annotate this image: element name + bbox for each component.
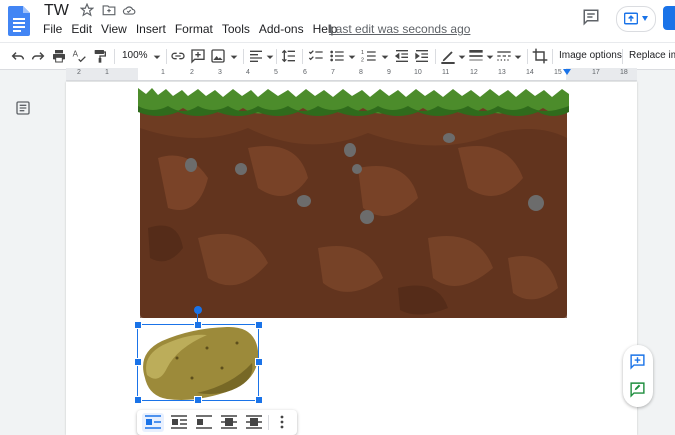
more-options-icon[interactable] [279,415,285,429]
menu-edit[interactable]: Edit [71,22,92,36]
resize-handle-top[interactable] [194,321,202,329]
resize-handle-bottom[interactable] [194,396,202,404]
star-icon[interactable] [79,2,96,19]
ruler-tick: 4 [246,69,250,76]
ruler-tick: 15 [554,69,562,76]
line-spacing-icon[interactable] [281,48,297,64]
add-comment-side-icon[interactable] [629,353,646,375]
ruler-tick: 7 [331,69,335,76]
ruler-tick: 10 [414,69,422,76]
rotate-handle[interactable] [194,306,202,314]
resize-handle-top-right[interactable] [255,321,263,329]
formatting-toolbar: A 100% 12 Image options Replace image [0,42,675,70]
ruler-tick: 14 [526,69,534,76]
print-icon[interactable] [51,48,67,64]
cloud-saved-icon[interactable] [122,3,138,19]
resize-handle-bottom-left[interactable] [134,396,142,404]
ruler-tick: 11 [442,69,450,76]
wrap-text-icon[interactable] [171,415,187,429]
bullets-dropdown-icon[interactable] [344,49,360,65]
soil-image[interactable] [138,88,569,320]
svg-text:1: 1 [361,50,364,56]
present-button[interactable] [616,6,656,32]
move-folder-icon[interactable] [102,3,118,19]
horizontal-ruler[interactable]: 2 1 1 2 3 4 5 6 7 8 9 10 11 12 13 14 15 … [66,68,637,81]
resize-handle-left[interactable] [134,358,142,366]
image-selection-box[interactable] [137,324,259,401]
undo-icon[interactable] [10,48,26,64]
resize-handle-bottom-right[interactable] [255,396,263,404]
right-indent-marker-icon[interactable] [563,69,571,77]
paint-format-icon[interactable] [92,48,108,64]
zoom-select[interactable]: 100% [122,50,148,61]
ruler-tick: 13 [498,69,506,76]
ruler-tick: 8 [359,69,363,76]
docs-logo-icon[interactable] [8,6,30,36]
menu-tools[interactable]: Tools [222,22,250,36]
resize-handle-top-left[interactable] [134,321,142,329]
bulleted-list-icon[interactable] [329,48,345,64]
insert-image-icon[interactable] [210,48,226,64]
ruler-tick: 2 [77,69,81,76]
svg-text:2: 2 [361,57,364,63]
ruler-tick: 12 [470,69,478,76]
numbered-dropdown-icon[interactable] [377,49,393,65]
redo-icon[interactable] [30,48,46,64]
svg-text:A: A [73,50,79,59]
ruler-tick: 1 [161,69,165,76]
replace-image-button[interactable]: Replace image [629,50,675,61]
share-button[interactable] [663,6,675,30]
menu-addons[interactable]: Add-ons [259,22,304,36]
ruler-tick: 6 [303,69,307,76]
ruler-tick: 18 [620,69,628,76]
link-icon[interactable] [170,48,186,64]
numbered-list-icon[interactable]: 12 [361,48,377,64]
last-edit-link[interactable]: Last edit was seconds ago [329,22,470,36]
document-outline-icon[interactable] [15,100,31,116]
side-actions-panel [623,345,653,407]
ruler-tick: 1 [105,69,109,76]
border-dash-dropdown-icon[interactable] [510,49,526,65]
spellcheck-icon[interactable]: A [72,48,88,64]
suggest-edits-icon[interactable] [629,381,646,403]
ruler-tick: 5 [274,69,278,76]
menu-view[interactable]: View [101,22,127,36]
document-title[interactable]: TW [44,2,69,20]
zoom-dropdown-icon[interactable] [149,49,165,65]
add-comment-icon[interactable] [190,48,206,64]
resize-handle-right[interactable] [255,358,263,366]
break-text-icon[interactable] [196,415,212,429]
increase-indent-icon[interactable] [414,48,430,64]
ruler-tick: 9 [387,69,391,76]
menu-insert[interactable]: Insert [136,22,166,36]
comment-history-icon[interactable] [582,8,602,26]
in-line-icon[interactable] [145,415,161,429]
in-front-of-text-icon[interactable] [246,415,262,429]
menu-file[interactable]: File [43,22,62,36]
ruler-tick: 3 [218,69,222,76]
menu-bar: File Edit View Insert Format Tools Add-o… [43,22,346,36]
ruler-tick: 2 [190,69,194,76]
ruler-tick: 17 [592,69,600,76]
menu-format[interactable]: Format [175,22,213,36]
image-wrap-toolbar [137,410,297,435]
decrease-indent-icon[interactable] [394,48,410,64]
crop-icon[interactable] [532,48,548,64]
checklist-icon[interactable] [308,48,324,64]
behind-text-icon[interactable] [221,415,237,429]
image-options-button[interactable]: Image options [559,50,622,61]
image-dropdown-icon[interactable] [226,49,242,65]
